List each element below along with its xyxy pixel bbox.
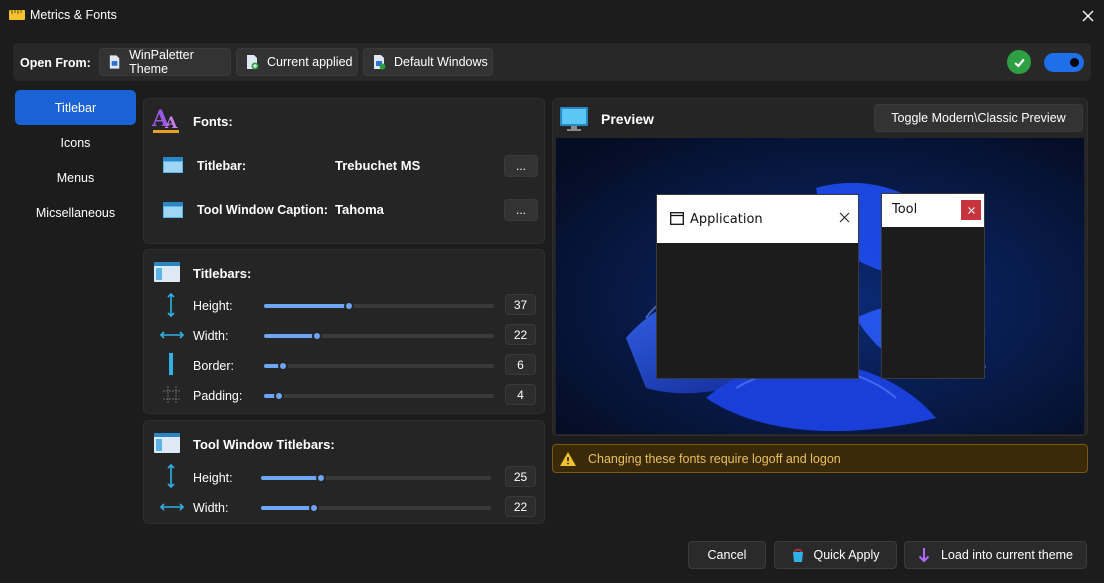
- monitor-icon: [560, 107, 588, 131]
- nav-icons[interactable]: Icons: [15, 125, 136, 160]
- nav-miscellaneous[interactable]: Micsellaneous: [15, 195, 136, 230]
- titlebars-panel: Titlebars: Height: 37 Width: 22 Border: …: [143, 249, 545, 414]
- padding-icon: [163, 386, 181, 404]
- titlebar-width-label: Width:: [193, 329, 229, 343]
- titlebar-padding-value[interactable]: 4: [505, 384, 536, 405]
- window-titlebar: Metrics & Fonts: [0, 0, 1104, 32]
- titlebar-width-slider[interactable]: [264, 331, 494, 341]
- font-tool-caption-label: Tool Window Caption:: [197, 203, 328, 217]
- tool-width-slider[interactable]: [261, 503, 491, 513]
- tool-titlebars-heading: Tool Window Titlebars:: [193, 437, 335, 452]
- border-icon: [169, 353, 173, 375]
- preview-tool-window: Tool: [881, 193, 985, 379]
- close-icon: [961, 200, 981, 220]
- titlebar-border-value[interactable]: 6: [505, 354, 536, 375]
- quick-apply-button[interactable]: Quick Apply: [774, 541, 897, 569]
- quick-apply-label: Quick Apply: [813, 548, 880, 562]
- tool-window-icon: [163, 202, 183, 218]
- titlebar-height-label: Height:: [193, 299, 233, 313]
- titlebar-height-value[interactable]: 37: [505, 294, 536, 315]
- preview-canvas: Application Tool: [556, 138, 1084, 434]
- app-window-icon: [670, 212, 684, 225]
- windows-document-icon: [374, 55, 386, 70]
- default-windows-label: Default Windows: [394, 55, 488, 69]
- warning-text: Changing these fonts require logoff and …: [588, 451, 841, 466]
- tool-height-label: Height:: [193, 471, 233, 485]
- document-add-icon: [247, 55, 259, 70]
- fonts-icon: A A: [151, 106, 179, 133]
- fonts-heading: Fonts:: [193, 114, 233, 129]
- font-titlebar-browse-button[interactable]: ...: [504, 155, 538, 177]
- horizontal-arrow-icon: [160, 503, 184, 511]
- download-arrow-icon: [918, 548, 930, 563]
- titlebar-height-slider[interactable]: [264, 301, 494, 311]
- font-tool-caption-browse-button[interactable]: ...: [504, 199, 538, 221]
- ruler-icon: [9, 10, 25, 20]
- tool-width-value[interactable]: 22: [505, 496, 536, 517]
- svg-text:A: A: [164, 113, 178, 132]
- titlebar-width-value[interactable]: 22: [505, 324, 536, 345]
- current-applied-label: Current applied: [267, 55, 353, 69]
- tool-width-label: Width:: [193, 501, 229, 515]
- preview-title: Preview: [601, 111, 654, 127]
- enable-toggle[interactable]: [1044, 53, 1084, 72]
- nav-titlebar[interactable]: Titlebar: [15, 90, 136, 125]
- font-tool-caption-value: Tahoma: [335, 202, 384, 217]
- open-from-label: Open From:: [20, 56, 91, 70]
- titlebar-border-label: Border:: [193, 359, 234, 373]
- titlebar-padding-slider[interactable]: [264, 391, 494, 401]
- preview-app-title: Application: [690, 212, 763, 227]
- titlebar-padding-label: Padding:: [193, 389, 243, 403]
- preview-app-window: Application: [656, 194, 859, 379]
- tool-height-value[interactable]: 25: [505, 466, 536, 487]
- load-into-theme-label: Load into current theme: [940, 548, 1074, 562]
- cancel-button[interactable]: Cancel: [688, 541, 766, 569]
- font-titlebar-value: Trebuchet MS: [335, 158, 421, 173]
- titlebar-window-icon: [154, 262, 180, 282]
- tool-titlebars-panel: Tool Window Titlebars: Height: 25 Width:…: [143, 420, 545, 524]
- titlebar-border-slider[interactable]: [264, 361, 494, 371]
- titlebars-heading: Titlebars:: [193, 266, 252, 281]
- fonts-panel: A A Fonts: Titlebar: Trebuchet MS ... To…: [143, 98, 545, 244]
- preview-tool-titlebar: Tool: [882, 194, 984, 227]
- vertical-arrow-icon: [167, 464, 175, 488]
- warning-icon: [560, 451, 576, 466]
- tool-height-slider[interactable]: [261, 473, 491, 483]
- font-titlebar-label: Titlebar:: [197, 159, 247, 173]
- close-icon: [839, 212, 850, 223]
- document-icon: [109, 55, 120, 69]
- vertical-arrow-icon: [167, 293, 175, 317]
- nav-menus[interactable]: Menus: [15, 160, 136, 195]
- window-icon: [163, 157, 183, 173]
- checkmark-icon: [1007, 50, 1031, 74]
- default-windows-button[interactable]: Default Windows: [363, 48, 493, 76]
- open-from-bar: Open From: WinPaletter Theme Current app…: [13, 43, 1091, 81]
- preview-panel: Preview Toggle Modern\Classic Preview Ap…: [552, 98, 1088, 436]
- paint-bucket-icon: [793, 549, 804, 562]
- close-icon[interactable]: [1078, 6, 1098, 26]
- winpaletter-theme-label: WinPaletter Theme: [129, 48, 194, 76]
- current-applied-button[interactable]: Current applied: [236, 48, 358, 76]
- tool-titlebar-window-icon: [154, 433, 180, 453]
- horizontal-arrow-icon: [160, 331, 184, 339]
- window-title: Metrics & Fonts: [30, 8, 117, 22]
- winpaletter-theme-button[interactable]: WinPaletter Theme: [99, 48, 231, 76]
- preview-app-titlebar: Application: [657, 195, 858, 243]
- toggle-preview-button[interactable]: Toggle Modern\Classic Preview: [874, 104, 1083, 132]
- load-into-theme-button[interactable]: Load into current theme: [904, 541, 1087, 569]
- preview-tool-title: Tool: [892, 202, 918, 217]
- warning-bar: Changing these fonts require logoff and …: [552, 444, 1088, 473]
